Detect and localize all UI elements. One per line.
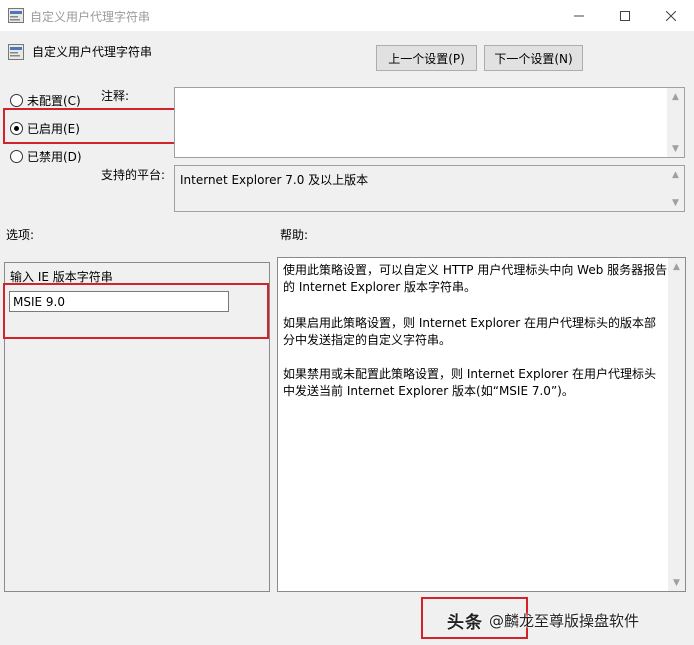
platform-label: 支持的平台: [101,168,166,182]
help-paragraph: 如果启用此策略设置，则 Internet Explorer 在用户代理标头的版本… [283,316,657,347]
scroll-down-icon[interactable]: ▼ [668,574,685,591]
scroll-up-icon[interactable]: ▲ [667,166,684,183]
policy-icon [8,8,24,23]
title-bar: 自定义用户代理字符串 [0,0,694,31]
scroll-down-icon[interactable]: ▼ [667,194,684,211]
watermark-handle: @麟龙至尊版操盘软件 [489,612,640,630]
platform-scrollbar[interactable]: ▲ ▼ [667,166,684,211]
maximize-icon [620,10,630,21]
close-button[interactable] [648,0,694,31]
watermark: 头条 @麟龙至尊版操盘软件 [447,608,639,633]
platform-readonly-field: Internet Explorer 7.0 及以上版本 ▲ ▼ [174,165,685,212]
scroll-up-icon[interactable]: ▲ [668,258,685,275]
comment-scrollbar[interactable]: ▲ ▼ [667,88,684,157]
comment-label: 注释: [101,89,130,103]
minimize-icon [574,15,584,16]
maximize-button[interactable] [602,0,648,31]
help-panel: 使用此策略设置，可以自定义 HTTP 用户代理标头中向 Web 服务器报告的 I… [277,257,686,592]
radio-disabled[interactable]: 已禁用(D) [10,148,82,165]
window-title: 自定义用户代理字符串 [30,10,151,24]
options-label: 选项: [6,228,35,242]
highlight-box-input [3,283,269,339]
radio-circle[interactable] [10,150,23,163]
help-label: 帮助: [280,228,309,242]
setting-title: 自定义用户代理字符串 [32,45,153,59]
radio-not-configured[interactable]: 未配置(C) [10,92,81,109]
radio-circle[interactable] [10,94,23,107]
scroll-down-icon[interactable]: ▼ [667,140,684,157]
next-setting-button[interactable]: 下一个设置(N) [484,45,583,71]
scroll-up-icon[interactable]: ▲ [667,88,684,105]
comment-textarea[interactable]: ▲ ▼ [174,87,685,158]
help-paragraph: 如果禁用或未配置此策略设置，则 Internet Explorer 在用户代理标… [283,367,657,398]
close-icon [666,10,676,21]
minimize-button[interactable] [556,0,602,31]
watermark-logo: 头条 [447,613,483,633]
help-paragraph: 使用此策略设置，可以自定义 HTTP 用户代理标头中向 Web 服务器报告的 I… [283,263,668,294]
help-scrollbar[interactable]: ▲ ▼ [668,258,685,591]
policy-icon [8,44,24,60]
previous-setting-button[interactable]: 上一个设置(P) [376,45,477,71]
platform-value: Internet Explorer 7.0 及以上版本 [180,173,369,187]
